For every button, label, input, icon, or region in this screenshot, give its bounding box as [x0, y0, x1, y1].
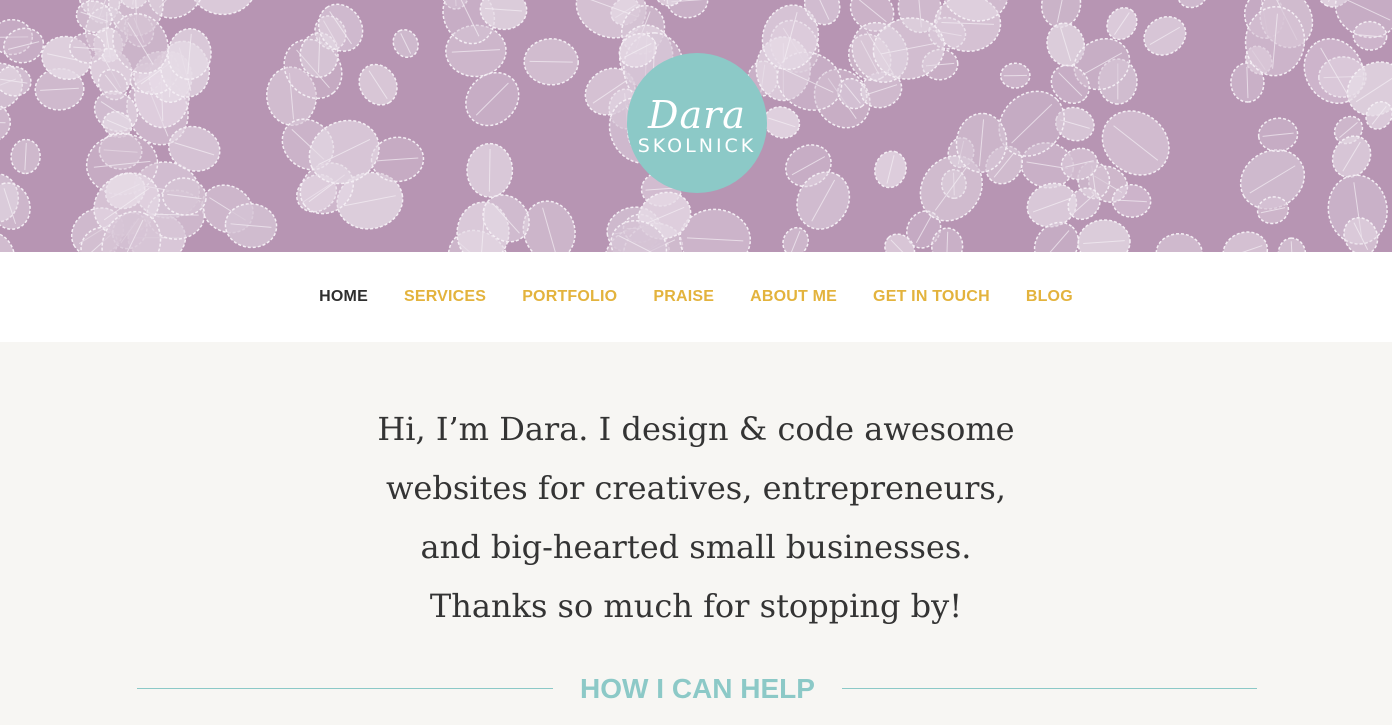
intro-text: Hi, I’m Dara. I design & code awesome we… — [377, 410, 1015, 625]
section-divider-left — [137, 688, 553, 689]
nav-portfolio[interactable]: PORTFOLIO — [522, 288, 617, 306]
nav-about-me[interactable]: ABOUT ME — [750, 288, 837, 306]
section-heading: HOW I CAN HELP — [580, 673, 815, 704]
section-divider-right — [842, 688, 1257, 689]
nav-services[interactable]: SERVICES — [404, 288, 486, 306]
site-logo[interactable]: Dara SKOLNICK — [627, 53, 767, 193]
nav-praise[interactable]: PRAISE — [653, 288, 714, 306]
nav-get-in-touch[interactable]: GET IN TOUCH — [873, 288, 990, 306]
logo-surname: SKOLNICK — [637, 135, 757, 157]
nav-blog[interactable]: BLOG — [1026, 288, 1073, 306]
nav-home[interactable]: HOME — [319, 288, 368, 306]
logo-script-name: Dara — [648, 93, 746, 137]
main-content: Hi, I’m Dara. I design & code awesome we… — [0, 342, 1392, 725]
hero-banner: Dara SKOLNICK — [0, 0, 1392, 252]
main-nav: HOME SERVICES PORTFOLIO PRAISE ABOUT ME … — [0, 252, 1392, 342]
